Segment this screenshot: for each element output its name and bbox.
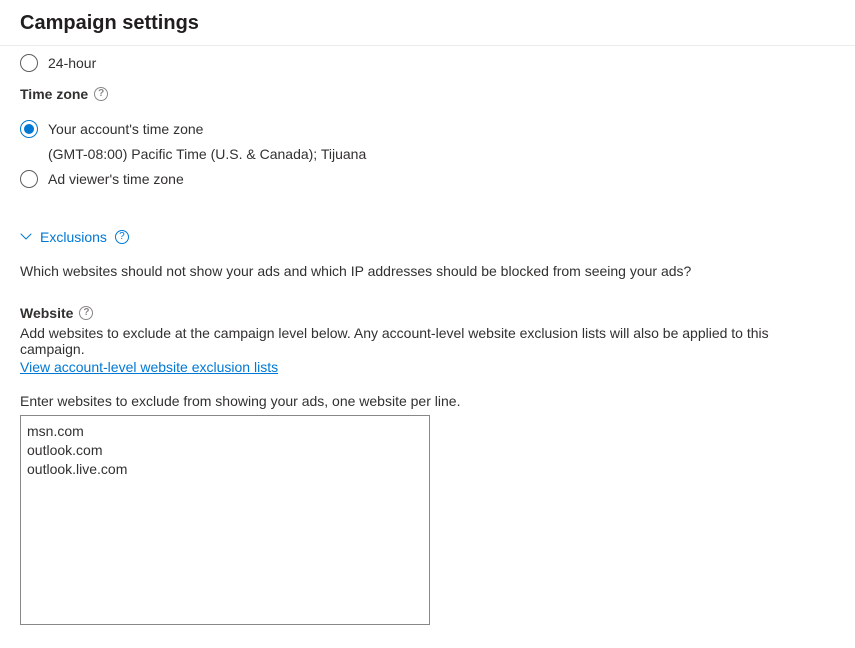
website-label: Website ? — [20, 305, 93, 321]
website-exclusion-textarea[interactable] — [20, 415, 430, 625]
radio-24hour[interactable]: 24-hour — [20, 54, 835, 72]
chevron-down-icon — [20, 231, 32, 243]
time-zone-label: Time zone ? — [20, 86, 108, 102]
radio-icon — [20, 170, 38, 188]
page-header: Campaign settings — [0, 0, 855, 46]
radio-account-timezone[interactable]: Your account's time zone — [20, 120, 835, 138]
website-description: Add websites to exclude at the campaign … — [20, 325, 835, 357]
website-label-text: Website — [20, 305, 73, 321]
account-timezone-detail: (GMT-08:00) Pacific Time (U.S. & Canada)… — [48, 146, 835, 162]
exclusions-label: Exclusions — [40, 229, 107, 245]
help-icon[interactable]: ? — [79, 306, 93, 320]
radio-icon-selected — [20, 120, 38, 138]
exclusions-intro: Which websites should not show your ads … — [20, 263, 835, 279]
page-title: Campaign settings — [20, 12, 835, 35]
content-area: 24-hour Time zone ? Your account's time … — [0, 46, 855, 648]
radio-icon — [20, 54, 38, 72]
help-icon[interactable]: ? — [94, 87, 108, 101]
exclusions-toggle[interactable]: Exclusions ? — [20, 229, 129, 245]
radio-adviewer-timezone[interactable]: Ad viewer's time zone — [20, 170, 835, 188]
view-account-exclusions-link[interactable]: View account-level website exclusion lis… — [20, 359, 278, 375]
radio-label-account-tz: Your account's time zone — [48, 121, 203, 137]
time-zone-text: Time zone — [20, 86, 88, 102]
help-icon[interactable]: ? — [115, 230, 129, 244]
radio-label-24hour: 24-hour — [48, 55, 96, 71]
enter-websites-label: Enter websites to exclude from showing y… — [20, 393, 835, 409]
radio-dot — [24, 124, 34, 134]
radio-label-adviewer-tz: Ad viewer's time zone — [48, 171, 184, 187]
